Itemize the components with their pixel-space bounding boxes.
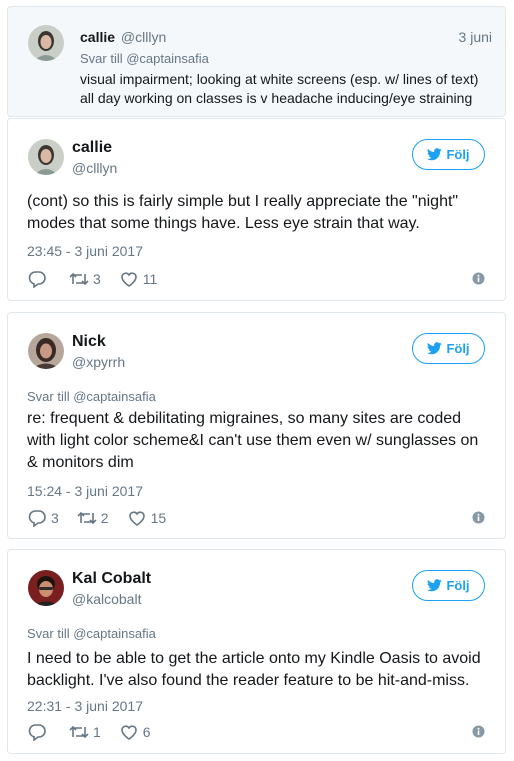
retweet-count: 1: [93, 724, 101, 740]
reply-button[interactable]: [27, 723, 51, 741]
follow-label: Följ: [446, 341, 470, 356]
reply-to-label[interactable]: Svar till @captainsafia: [27, 626, 156, 641]
reply-to-label[interactable]: Svar till @captainsafia: [27, 389, 156, 404]
retweet-button[interactable]: 3: [69, 270, 101, 288]
tweet-actions: 3 11: [27, 269, 485, 289]
reply-icon: [28, 510, 46, 527]
heart-icon: [128, 511, 145, 526]
like-button[interactable]: 11: [119, 270, 158, 288]
tweet-timestamp[interactable]: 22:31 - 3 juni 2017: [27, 698, 143, 714]
author-handle[interactable]: @xpyrrh: [72, 354, 125, 370]
retweet-count: 3: [93, 271, 101, 287]
follow-button[interactable]: Följ: [412, 570, 485, 601]
reply-icon: [28, 271, 46, 288]
like-count: 11: [142, 271, 158, 287]
author-display-name: callie: [80, 29, 116, 45]
like-count: 6: [142, 724, 151, 740]
reply-to-label[interactable]: Svar till @captainsafia: [80, 51, 209, 66]
retweet-icon: [69, 272, 89, 286]
info-icon[interactable]: [472, 725, 485, 738]
tweet-text: re: frequent & debilitating migraines, s…: [27, 410, 479, 471]
reply-count: 3: [51, 510, 59, 526]
avatar[interactable]: [28, 139, 64, 175]
author-name[interactable]: Kal Cobalt: [72, 570, 151, 588]
avatar[interactable]: [28, 570, 64, 606]
retweet-count: 2: [100, 510, 109, 526]
author-handle[interactable]: @clllyn: [72, 160, 117, 176]
heart-icon: [120, 272, 137, 287]
tweet-actions: 3 2 15: [27, 508, 485, 528]
author-name[interactable]: callie @clllyn: [80, 29, 166, 45]
follow-label: Följ: [446, 147, 470, 162]
avatar[interactable]: [28, 25, 64, 61]
retweet-button[interactable]: 1: [69, 723, 101, 741]
tweet-actions: 1 6: [27, 722, 485, 742]
twitter-bird-icon: [427, 579, 443, 592]
tweet-timestamp[interactable]: 15:24 - 3 juni 2017: [27, 483, 143, 499]
author-handle[interactable]: @kalcobalt: [72, 591, 141, 607]
like-button[interactable]: 6: [119, 723, 151, 741]
tweet-card: Nick @xpyrrh Följ Svar till @captainsafi…: [7, 312, 506, 539]
author-name[interactable]: callie: [72, 139, 112, 157]
tweet-timestamp[interactable]: 23:45 - 3 juni 2017: [27, 243, 143, 259]
like-count: 15: [150, 510, 167, 526]
retweet-button[interactable]: 2: [77, 509, 109, 527]
info-icon[interactable]: [472, 511, 485, 524]
follow-button[interactable]: Följ: [412, 333, 485, 364]
like-button[interactable]: 15: [127, 509, 167, 527]
reply-icon: [28, 724, 46, 741]
author-name[interactable]: Nick: [72, 333, 106, 351]
follow-button[interactable]: Följ: [412, 139, 485, 170]
retweet-icon: [77, 511, 97, 525]
tweet-card: Kal Cobalt @kalcobalt Följ Svar till @ca…: [7, 549, 506, 754]
reply-button[interactable]: 3: [27, 509, 59, 527]
twitter-bird-icon: [427, 342, 443, 355]
reply-context-card[interactable]: callie @clllyn 3 juni Svar till @captain…: [7, 6, 506, 117]
follow-label: Följ: [446, 578, 470, 593]
heart-icon: [120, 725, 137, 740]
tweet-text: visual impairment; looking at white scre…: [80, 71, 479, 106]
avatar[interactable]: [28, 333, 64, 369]
tweet-date[interactable]: 3 juni: [459, 29, 492, 45]
reply-button[interactable]: [27, 270, 51, 288]
author-handle: @clllyn: [120, 29, 167, 45]
twitter-bird-icon: [427, 148, 443, 161]
tweet-text: I need to be able to get the article ont…: [27, 650, 481, 689]
tweet-card: callie @clllyn Följ (cont) so this is fa…: [7, 118, 506, 301]
retweet-icon: [69, 725, 89, 739]
info-icon[interactable]: [472, 272, 485, 285]
tweet-text: (cont) so this is fairly simple but I re…: [27, 193, 459, 232]
